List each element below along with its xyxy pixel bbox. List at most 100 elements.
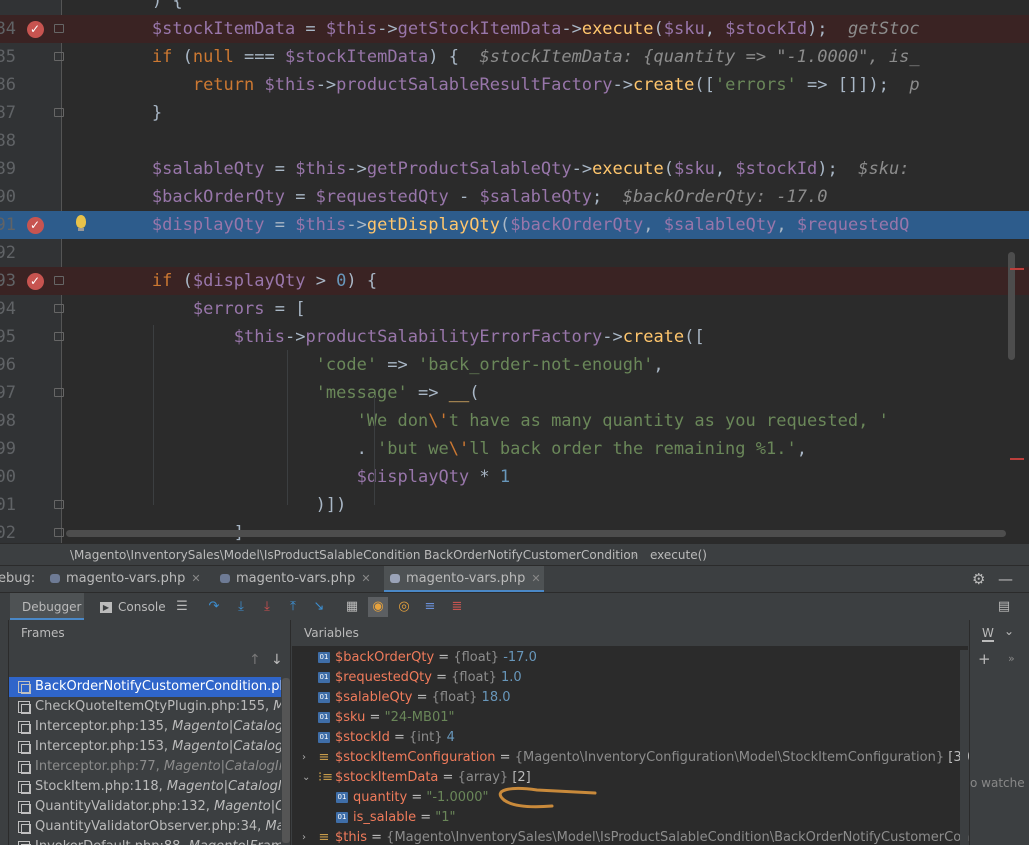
code-text[interactable]: $this->productSalabilityErrorFactory->cr… xyxy=(70,323,705,351)
variable-row[interactable]: › ≡ $this = {Magento\InventorySales\Model\… xyxy=(302,828,1006,845)
breakpoint-icon[interactable] xyxy=(27,267,44,295)
fold-icon[interactable] xyxy=(54,108,64,117)
code-line[interactable]: 01 )]) xyxy=(0,491,1029,519)
variable-row[interactable]: 01 $salableQty = {float} 18.0 xyxy=(318,688,511,708)
chevron-down-icon[interactable]: ⌄ xyxy=(302,768,310,788)
menu-lines-icon[interactable]: ☰ xyxy=(174,599,190,615)
code-line[interactable]: 93 if ($displayQty > 0) { xyxy=(0,267,1029,295)
fold-icon[interactable] xyxy=(54,388,64,397)
variable-row[interactable]: 01 $requestedQty = {float} 1.0 xyxy=(318,668,522,688)
variable-row[interactable]: 01 $stockId = {int} 4 xyxy=(318,728,455,748)
evaluate-table-icon[interactable]: ▦ xyxy=(344,599,360,615)
code-line[interactable]: 99 . 'but we\'ll back order the remainin… xyxy=(0,435,1029,463)
variable-row[interactable]: 01 $backOrderQty = {float} -17.0 xyxy=(318,648,537,668)
fold-icon[interactable] xyxy=(54,24,64,33)
tab-console[interactable]: ▶ Console xyxy=(92,593,166,621)
frame-item[interactable]: Interceptor.php:153, Magento|CatalogIn xyxy=(9,737,281,757)
code-text[interactable]: if ($displayQty > 0) { xyxy=(70,267,377,295)
frames-scrollbar[interactable] xyxy=(282,678,290,843)
step-into-icon[interactable]: ⤓ xyxy=(233,599,249,615)
code-editor[interactable]: ) {84 $stockItemData = $this->getStockIt… xyxy=(0,0,1029,543)
code-text[interactable]: . 'but we\'ll back order the remaining %… xyxy=(70,435,807,463)
code-line[interactable]: 84 $stockItemData = $this->getStockItemD… xyxy=(0,15,1029,43)
code-text[interactable]: if (null === $stockItemData) { $stockIte… xyxy=(70,43,920,71)
force-step-into-icon[interactable]: ⤓ xyxy=(259,599,275,615)
close-icon[interactable]: ✕ xyxy=(531,572,540,585)
error-stripe-mark[interactable] xyxy=(1010,458,1024,460)
code-text[interactable]: $backOrderQty = $requestedQty - $salable… xyxy=(70,183,828,211)
list-numbered-icon[interactable]: ≡ xyxy=(422,599,438,615)
breakpoint-icon[interactable] xyxy=(27,15,44,43)
frame-item[interactable]: Interceptor.php:77, Magento|CatalogInv xyxy=(9,757,281,777)
arrow-up-icon[interactable]: ↑ xyxy=(249,652,261,668)
chevron-right-icon[interactable]: › xyxy=(302,748,306,768)
tab-debugger[interactable]: Debugger xyxy=(10,593,84,621)
editor-horizontal-scrollbar[interactable] xyxy=(66,530,1006,537)
fold-icon[interactable] xyxy=(54,52,64,61)
code-line[interactable]: 91 $displayQty = $this->getDisplayQty($b… xyxy=(0,211,1029,239)
variable-row[interactable]: › ≡ $stockItemConfiguration = {Magento\Inv… xyxy=(302,748,975,768)
arrow-down-icon[interactable]: ↓ xyxy=(271,652,283,668)
code-line[interactable]: 98 'We don\'t have as many quantity as y… xyxy=(0,407,1029,435)
frame-item[interactable]: BackOrderNotifyCustomerCondition.php xyxy=(9,677,281,697)
frame-item[interactable]: Interceptor.php:135, Magento|CatalogIn xyxy=(9,717,281,737)
close-icon[interactable]: ✕ xyxy=(191,572,200,585)
step-over-icon[interactable]: ↷ xyxy=(206,599,222,615)
fold-icon[interactable] xyxy=(54,332,64,341)
code-line[interactable]: 89 $salableQty = $this->getProductSalabl… xyxy=(0,155,1029,183)
chevron-right-icon[interactable]: › xyxy=(302,828,306,845)
breadcrumb-method[interactable]: execute() xyxy=(650,544,707,566)
code-text[interactable]: ) { xyxy=(70,0,183,15)
code-text[interactable]: )]) xyxy=(70,491,347,519)
frame-item[interactable]: InvokerDefault.php:88, Magento|Framew xyxy=(9,837,281,845)
gear-icon[interactable]: ⚙ xyxy=(972,566,985,592)
run-to-cursor-icon[interactable]: ↘ xyxy=(311,599,327,615)
tab-watches[interactable]: W xyxy=(982,626,994,642)
more-icon[interactable]: » xyxy=(1008,652,1015,665)
variable-row[interactable]: 01 $sku = "24-MB01" xyxy=(318,708,454,728)
debug-session-tab[interactable]: magento-vars.php ✕ xyxy=(44,566,212,593)
variable-row[interactable]: 01 quantity = "-1.0000" xyxy=(336,788,489,808)
code-line[interactable]: 97 'message' => __( xyxy=(0,379,1029,407)
frame-item[interactable]: StockItem.php:118, Magento|CatalogInv xyxy=(9,777,281,797)
code-text[interactable]: 'message' => __( xyxy=(70,379,480,407)
code-text[interactable]: $salableQty = $this->getProductSalableQt… xyxy=(70,155,910,183)
code-line[interactable]: 88 xyxy=(0,127,1029,155)
frame-item[interactable]: QuantityValidatorObserver.php:34, Mag xyxy=(9,817,281,837)
code-line[interactable]: 92 xyxy=(0,239,1029,267)
variables-scrollbar[interactable] xyxy=(960,650,968,845)
code-line[interactable]: 94 $errors = [ xyxy=(0,295,1029,323)
code-text[interactable]: $displayQty * 1 xyxy=(70,463,511,491)
code-line[interactable]: 90 $backOrderQty = $requestedQty - $sala… xyxy=(0,183,1029,211)
code-line[interactable]: 87 } xyxy=(0,99,1029,127)
fold-icon[interactable] xyxy=(54,304,64,313)
code-line[interactable]: 85 if (null === $stockItemData) { $stock… xyxy=(0,43,1029,71)
breadcrumb-namespace[interactable]: \Magento\InventorySales\Model\IsProductS… xyxy=(70,544,420,566)
code-line[interactable]: 00 $displayQty * 1 xyxy=(0,463,1029,491)
layout-icon[interactable]: ▤ xyxy=(996,599,1012,615)
chevron-down-icon[interactable]: ⌄ xyxy=(1004,624,1014,638)
break-on-first-line-icon[interactable]: ◉ xyxy=(368,597,388,617)
code-line[interactable]: 96 'code' => 'back_order-not-enough', xyxy=(0,351,1029,379)
debug-session-tab[interactable]: magento-vars.php ✕ xyxy=(214,566,382,593)
code-text[interactable]: $errors = [ xyxy=(70,295,306,323)
code-text[interactable]: } xyxy=(70,99,162,127)
minimize-icon[interactable]: — xyxy=(998,566,1013,592)
watch-icon[interactable]: ◎ xyxy=(396,599,412,615)
debug-session-tab-active[interactable]: magento-vars.php ✕ xyxy=(384,566,544,593)
frame-item[interactable]: CheckQuoteItemQtyPlugin.php:155, Mag xyxy=(9,697,281,717)
step-out-icon[interactable]: ⤒ xyxy=(285,599,301,615)
list-add-icon[interactable]: ≣ xyxy=(449,599,465,615)
code-text[interactable]: $displayQty = $this->getDisplayQty($back… xyxy=(70,211,910,239)
code-line[interactable]: ) { xyxy=(0,0,1029,15)
variable-row[interactable]: 01 is_salable = "1" xyxy=(336,808,455,828)
code-text[interactable]: return $this->productSalableResultFactor… xyxy=(70,71,920,99)
add-watch-icon[interactable]: + xyxy=(978,650,991,668)
code-line[interactable]: 86 return $this->productSalableResultFac… xyxy=(0,71,1029,99)
breakpoint-icon[interactable] xyxy=(27,211,44,239)
fold-icon[interactable] xyxy=(54,276,64,285)
frame-item[interactable]: QuantityValidator.php:132, Magento|Ca xyxy=(9,797,281,817)
fold-icon[interactable] xyxy=(54,500,64,509)
code-text[interactable]: 'We don\'t have as many quantity as you … xyxy=(70,407,889,435)
code-text[interactable]: $stockItemData = $this->getStockItemData… xyxy=(70,15,920,43)
